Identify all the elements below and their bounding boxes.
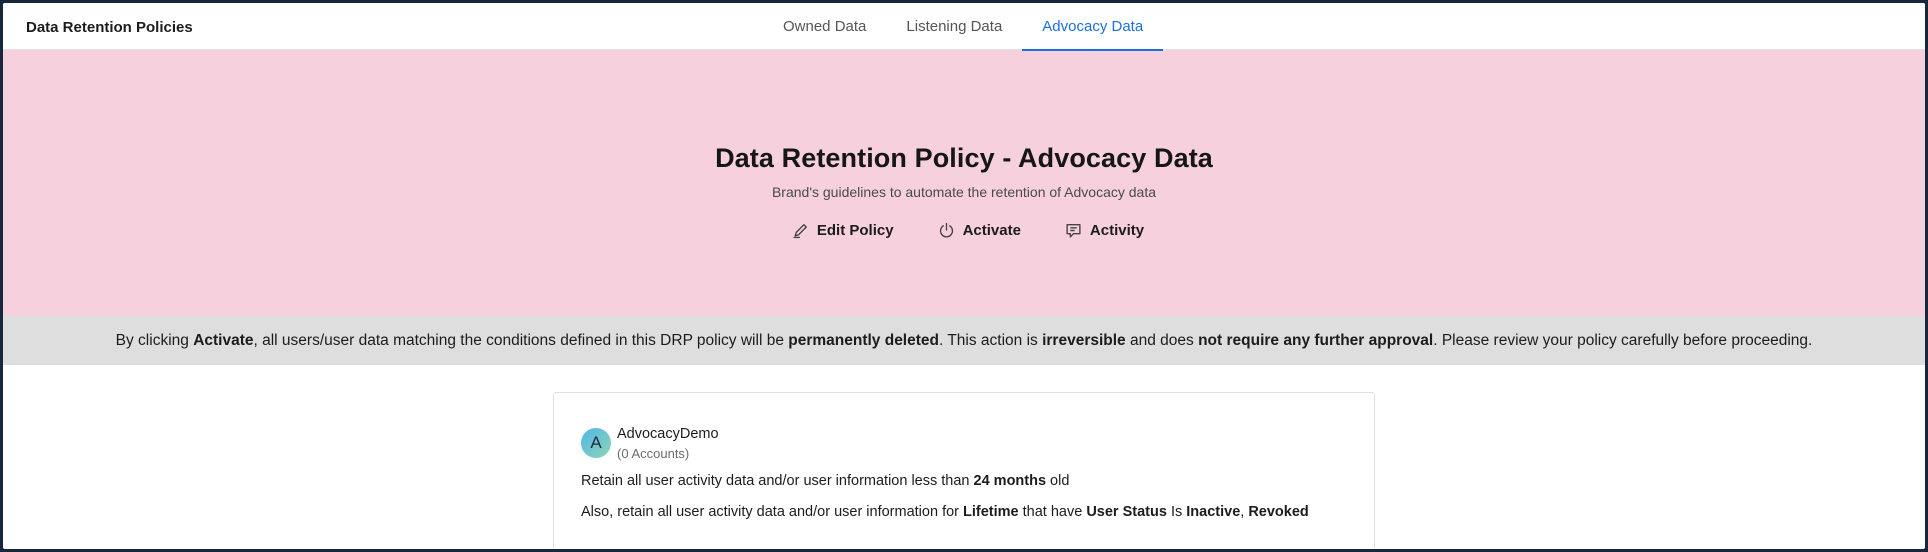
warning-message: By clicking Activate, all users/user dat… (115, 331, 1813, 349)
app-title: Data Retention Policies (26, 19, 193, 36)
edit-policy-button[interactable]: Edit Policy (792, 222, 894, 239)
activate-label: Activate (962, 222, 1021, 239)
tab-owned-data[interactable]: Owned Data (763, 3, 886, 50)
warning-banner: By clicking Activate, all users/user dat… (3, 316, 1925, 365)
activity-icon (1066, 223, 1081, 238)
activity-label: Activity (1089, 222, 1145, 239)
page-subtitle: Brand's guidelines to automate the reten… (771, 184, 1157, 200)
policy-actions: Edit Policy Activate Activity (792, 222, 1144, 239)
policy-hero: Data Retention Policy - Advocacy Data Br… (3, 50, 1925, 316)
tab-advocacy-data[interactable]: Advocacy Data (1022, 3, 1164, 51)
policy-card: A AdvocacyDemo (0 Accounts) Retain all u… (553, 392, 1375, 549)
account-header: A AdvocacyDemo (0 Accounts) (581, 426, 1348, 461)
power-icon (939, 222, 953, 238)
retention-rule-1: Retain all user activity data and/or use… (581, 473, 1070, 489)
avatar: A (581, 428, 611, 458)
edit-policy-label: Edit Policy (816, 222, 894, 239)
pencil-icon (793, 224, 807, 239)
page-title: Data Retention Policy - Advocacy Data (715, 143, 1213, 173)
account-name: AdvocacyDemo (617, 426, 719, 442)
activity-button[interactable]: Activity (1065, 222, 1144, 239)
top-bar: Data Retention Policies Owned Data Liste… (3, 3, 1925, 51)
tab-bar: Owned Data Listening Data Advocacy Data (763, 3, 1164, 51)
retention-rule-2: Also, retain all user activity data and/… (581, 504, 1309, 520)
account-count: (0 Accounts) (617, 446, 690, 461)
account-info: AdvocacyDemo (0 Accounts) (617, 426, 719, 461)
tab-listening-data[interactable]: Listening Data (886, 3, 1022, 50)
app-window: Data Retention Policies Owned Data Liste… (3, 3, 1925, 549)
activate-button[interactable]: Activate (938, 222, 1021, 239)
